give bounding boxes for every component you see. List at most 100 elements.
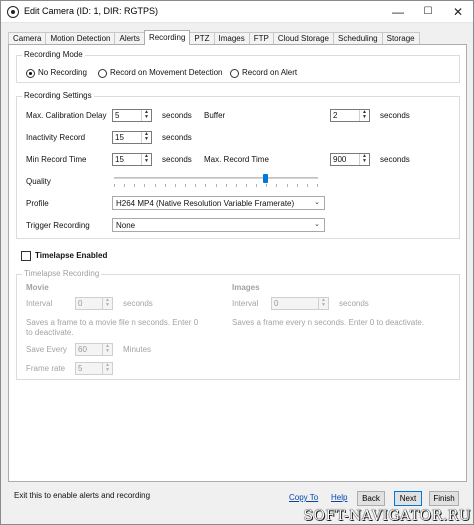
quality-slider-tick: [266, 184, 267, 187]
images-description: Saves a frame every n seconds. Enter 0 t…: [232, 318, 425, 327]
quality-slider-tick: [256, 184, 257, 187]
tab-strip: Camera Motion Detection Alerts Recording…: [8, 30, 420, 45]
quality-slider-tick: [226, 184, 227, 187]
spin-arrows-icon: ▲ ▼: [318, 298, 328, 309]
movie-interval-unit: seconds: [123, 299, 153, 308]
quality-slider-tick: [307, 184, 308, 187]
recording-settings-legend: Recording Settings: [22, 91, 94, 100]
max-record-time-label: Max. Record Time: [204, 155, 269, 164]
quality-slider-tick: [205, 184, 206, 187]
movie-section-title: Movie: [26, 283, 49, 292]
no-recording-radio[interactable]: [26, 69, 35, 78]
quality-slider-tick: [246, 184, 247, 187]
min-record-time-unit: seconds: [162, 155, 192, 164]
spin-arrows-icon[interactable]: ▲ ▼: [141, 154, 151, 165]
quality-slider-tick: [114, 184, 115, 187]
images-section-title: Images: [232, 283, 260, 292]
trigger-recording-dropdown[interactable]: None ⌄: [112, 218, 325, 232]
quality-slider-tick: [287, 184, 288, 187]
camera-app-icon: [7, 6, 19, 18]
buffer-unit: seconds: [380, 111, 410, 120]
chevron-down-icon: ⌄: [314, 221, 320, 228]
window-title: Edit Camera (ID: 1, DIR: RGTPS): [24, 6, 159, 16]
inactivity-record-label: Inactivity Record: [26, 133, 86, 142]
max-calibration-delay-unit: seconds: [162, 111, 192, 120]
chevron-down-icon: ⌄: [314, 199, 320, 206]
buffer-label: Buffer: [204, 111, 226, 120]
quality-slider-tick: [297, 184, 298, 187]
quality-slider-tick: [185, 184, 186, 187]
frame-rate-stepper[interactable]: 5 ▲ ▼: [75, 362, 113, 375]
images-interval-stepper[interactable]: 0 ▲ ▼: [271, 297, 329, 310]
edit-camera-window: Edit Camera (ID: 1, DIR: RGTPS) — ☐ ✕ Ca…: [0, 0, 474, 525]
quality-slider-tick: [276, 184, 277, 187]
record-on-alert-label[interactable]: Record on Alert: [242, 68, 297, 78]
images-interval-label: Interval: [232, 299, 259, 308]
next-button[interactable]: Next: [394, 491, 422, 506]
min-record-time-label: Min Record Time: [26, 155, 87, 164]
title-bar[interactable]: Edit Camera (ID: 1, DIR: RGTPS) — ☐ ✕: [1, 1, 473, 23]
profile-dropdown[interactable]: H264 MP4 (Native Resolution Variable Fra…: [112, 196, 325, 210]
spin-arrows-icon: ▲ ▼: [102, 344, 112, 355]
spin-arrows-icon: ▲ ▼: [102, 363, 112, 374]
quality-slider-track: [114, 177, 318, 179]
images-interval-unit: seconds: [339, 299, 369, 308]
frame-rate-label: Frame rate: [26, 364, 66, 373]
back-button[interactable]: Back: [357, 491, 385, 506]
quality-slider-tick: [155, 184, 156, 187]
recording-mode-legend: Recording Mode: [22, 50, 85, 59]
quality-label: Quality: [26, 177, 51, 186]
quality-slider[interactable]: [114, 173, 318, 189]
inactivity-record-stepper[interactable]: 15 ▲ ▼: [112, 131, 152, 144]
quality-slider-tick: [165, 184, 166, 187]
tab-recording[interactable]: Recording: [143, 30, 191, 45]
quality-slider-tick: [124, 184, 125, 187]
finish-button[interactable]: Finish: [429, 491, 459, 506]
no-recording-label[interactable]: No Recording: [38, 68, 87, 78]
max-calibration-delay-label: Max. Calibration Delay: [26, 111, 107, 120]
spin-arrows-icon[interactable]: ▲ ▼: [141, 110, 151, 121]
min-record-time-stepper[interactable]: 15 ▲ ▼: [112, 153, 152, 166]
trigger-recording-label: Trigger Recording: [26, 221, 90, 230]
record-on-movement-radio[interactable]: [98, 69, 107, 78]
quality-slider-thumb[interactable]: [263, 174, 268, 183]
status-message: Exit this to enable alerts and recording: [14, 491, 151, 500]
timelapse-enabled-label[interactable]: Timelapse Enabled: [35, 251, 107, 261]
close-button[interactable]: ✕: [443, 1, 473, 23]
maximize-button[interactable]: ☐: [413, 1, 443, 23]
max-record-time-unit: seconds: [380, 155, 410, 164]
timelapse-recording-legend: Timelapse Recording: [22, 269, 102, 278]
movie-description: Saves a frame to a movie file n seconds.…: [26, 318, 199, 337]
movie-interval-stepper[interactable]: 0 ▲ ▼: [75, 297, 113, 310]
recording-settings-group: Recording Settings Max. Calibration Dela…: [16, 91, 460, 239]
copy-to-link[interactable]: Copy To: [289, 493, 318, 502]
timelapse-recording-group: Timelapse Recording Movie Interval 0 ▲ ▼ …: [16, 269, 460, 380]
record-on-alert-radio[interactable]: [230, 69, 239, 78]
max-calibration-delay-stepper[interactable]: 5 ▲ ▼: [112, 109, 152, 122]
quality-slider-tick: [195, 184, 196, 187]
record-on-movement-label[interactable]: Record on Movement Detection: [110, 68, 223, 78]
quality-slider-tick: [236, 184, 237, 187]
inactivity-record-unit: seconds: [162, 133, 192, 142]
recording-mode-group: Recording Mode No Recording Record on Mo…: [16, 50, 460, 83]
buffer-stepper[interactable]: 2 ▲ ▼: [330, 109, 370, 122]
spin-arrows-icon[interactable]: ▲ ▼: [359, 154, 369, 165]
help-link[interactable]: Help: [331, 493, 347, 502]
quality-slider-tick: [175, 184, 176, 187]
quality-slider-tick: [144, 184, 145, 187]
save-every-stepper[interactable]: 60 ▲ ▼: [75, 343, 113, 356]
max-record-time-stepper[interactable]: 900 ▲ ▼: [330, 153, 370, 166]
minimize-button[interactable]: —: [383, 1, 413, 23]
spin-arrows-icon[interactable]: ▲ ▼: [359, 110, 369, 121]
quality-slider-tick: [216, 184, 217, 187]
spin-arrows-icon: ▲ ▼: [102, 298, 112, 309]
quality-slider-tick: [134, 184, 135, 187]
save-every-label: Save Every: [26, 345, 67, 354]
watermark-text: SOFT-NAVIGATOR.RU: [303, 508, 471, 524]
recording-tab-panel: Recording Mode No Recording Record on Mo…: [8, 44, 467, 482]
timelapse-enabled-checkbox[interactable]: [21, 251, 31, 261]
movie-interval-label: Interval: [26, 299, 53, 308]
profile-label: Profile: [26, 199, 49, 208]
save-every-unit: Minutes: [123, 345, 152, 354]
spin-arrows-icon[interactable]: ▲ ▼: [141, 132, 151, 143]
